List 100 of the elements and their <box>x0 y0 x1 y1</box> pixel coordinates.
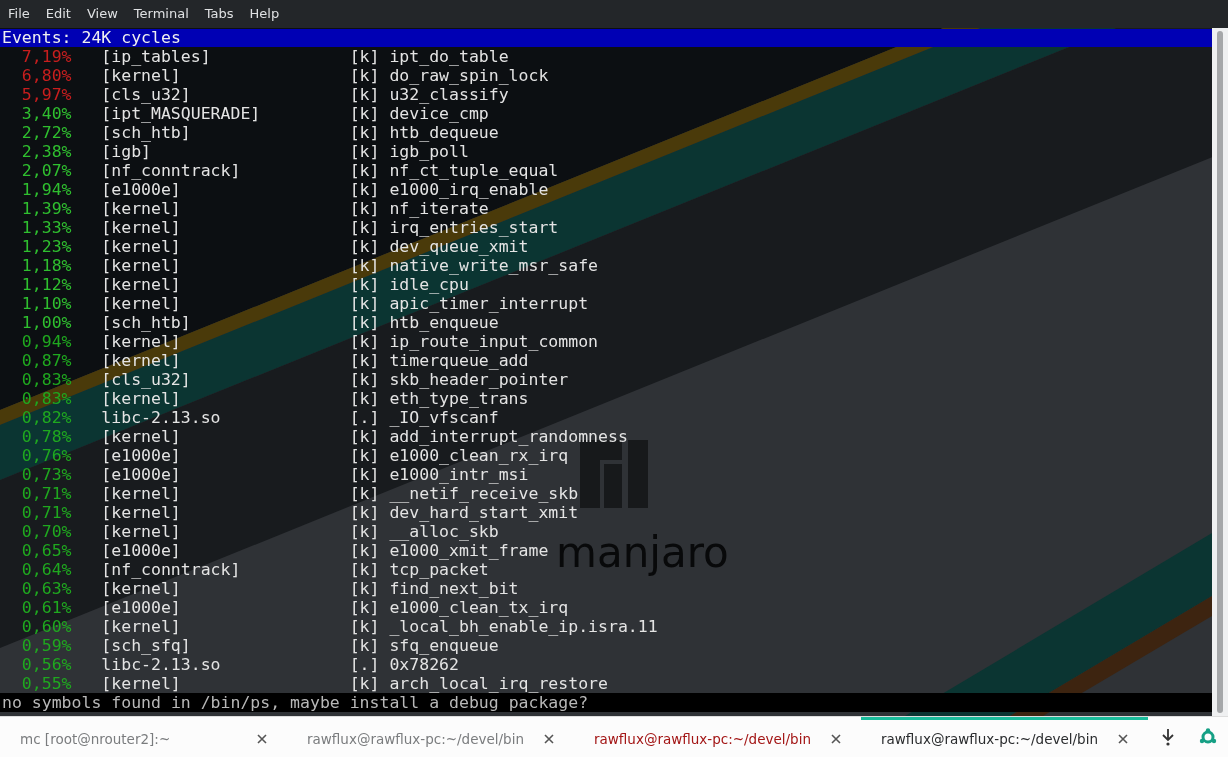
object-text: [kernel] <box>101 218 182 237</box>
percent-text: 1,18% <box>20 256 72 275</box>
object-text: [nf_conntrack] <box>101 560 242 579</box>
mode-text: [k] <box>349 579 381 598</box>
percent-text: 0,64% <box>20 560 72 579</box>
terminal-tab[interactable]: rawflux@rawflux-pc:~/devel/bin <box>574 717 861 757</box>
close-icon[interactable] <box>544 733 554 744</box>
symbol-text: sfq_enqueue <box>389 636 499 655</box>
symbol-text: ip_route_input_common <box>389 332 599 351</box>
object-text: [kernel] <box>101 294 182 313</box>
menu-item[interactable]: View <box>78 0 126 28</box>
object-text: [e1000e] <box>101 465 182 484</box>
down-arrow-icon[interactable] <box>1159 728 1177 746</box>
scrollbar-thumb[interactable] <box>1217 31 1223 713</box>
mode-text: [k] <box>349 351 381 370</box>
percent-text: 0,61% <box>20 598 72 617</box>
percent-text: 1,12% <box>20 275 72 294</box>
object-text: [kernel] <box>101 66 182 85</box>
mode-text: [k] <box>349 560 381 579</box>
mode-text: [k] <box>349 256 381 275</box>
object-text: [kernel] <box>101 579 182 598</box>
symbol-text: _IO_vfscanf <box>389 408 499 427</box>
percent-text: 1,00% <box>20 313 72 332</box>
mode-text: [k] <box>349 161 381 180</box>
symbol-text: native_write_msr_safe <box>389 256 599 275</box>
mode-text: [k] <box>349 332 381 351</box>
symbol-text: nf_ct_tuple_equal <box>389 161 559 180</box>
mode-text: [k] <box>349 47 381 66</box>
percent-text: 0,83% <box>20 370 72 389</box>
object-text: [e1000e] <box>101 446 182 465</box>
mode-text: [k] <box>349 237 381 256</box>
object-text: libc-2.13.so <box>101 655 222 674</box>
terminal-tab[interactable]: rawflux@rawflux-pc:~/devel/bin <box>287 717 574 757</box>
object-text: [kernel] <box>101 237 182 256</box>
object-text: [kernel] <box>101 256 182 275</box>
scrollbar[interactable] <box>1212 28 1228 716</box>
mode-text: [k] <box>349 66 381 85</box>
mode-text: [k] <box>349 389 381 408</box>
percent-text: 1,94% <box>20 180 72 199</box>
percent-text: 0,63% <box>20 579 72 598</box>
close-icon[interactable] <box>257 733 267 744</box>
symbol-text: apic_timer_interrupt <box>389 294 589 313</box>
object-text: [kernel] <box>101 275 182 294</box>
object-text: [kernel] <box>101 389 182 408</box>
symbol-text: u32_classify <box>389 85 509 104</box>
close-icon[interactable] <box>831 733 841 744</box>
menu-item[interactable]: Terminal <box>125 0 197 28</box>
symbol-text: dev_hard_start_xmit <box>389 503 579 522</box>
percent-text: 0,94% <box>20 332 72 351</box>
object-text: [igb] <box>101 142 152 161</box>
percent-text: 1,39% <box>20 199 72 218</box>
symbol-text: e1000_xmit_frame <box>389 541 549 560</box>
symbol-text: eth_type_trans <box>389 389 529 408</box>
mode-text: [k] <box>349 123 381 142</box>
symbol-text: add_interrupt_randomness <box>389 427 628 446</box>
mode-text: [k] <box>349 503 381 522</box>
symbol-text: irq_entries_start <box>389 218 559 237</box>
percent-text: 2,72% <box>20 123 72 142</box>
object-text: [e1000e] <box>101 541 182 560</box>
close-icon[interactable] <box>1118 733 1128 744</box>
symbol-text: do_raw_spin_lock <box>389 66 549 85</box>
object-text: [kernel] <box>101 674 182 693</box>
mode-text: [k] <box>349 522 381 541</box>
symbol-text: idle_cpu <box>389 275 469 294</box>
percent-text: 0,56% <box>20 655 72 674</box>
symbol-text: skb_header_pointer <box>389 370 569 389</box>
percent-text: 1,33% <box>20 218 72 237</box>
mode-text: [k] <box>349 199 381 218</box>
mode-text: [k] <box>349 617 381 636</box>
symbol-text: __netif_receive_skb <box>389 484 579 503</box>
mode-text: [k] <box>349 465 381 484</box>
gear-icon[interactable] <box>1199 728 1217 746</box>
menu-item[interactable]: File <box>0 0 38 28</box>
percent-text: 0,87% <box>20 351 72 370</box>
mode-text: [k] <box>349 180 381 199</box>
percent-text: 0,55% <box>20 674 72 693</box>
menu-item[interactable]: Help <box>241 0 288 28</box>
mode-text: [k] <box>349 218 381 237</box>
object-text: [kernel] <box>101 332 182 351</box>
mode-text: [k] <box>349 313 381 332</box>
object-text: [e1000e] <box>101 598 182 617</box>
percent-text: 0,76% <box>20 446 72 465</box>
symbol-text: find_next_bit <box>389 579 519 598</box>
percent-text: 6,80% <box>20 66 72 85</box>
object-text: [kernel] <box>101 617 182 636</box>
terminal-tab[interactable]: mc [root@nrouter2]:~ <box>0 717 287 757</box>
mode-text: [.] <box>349 408 381 427</box>
object-text: [kernel] <box>101 427 182 446</box>
mode-text: [k] <box>349 541 381 560</box>
symbol-text: device_cmp <box>389 104 489 123</box>
object-text: [e1000e] <box>101 180 182 199</box>
symbol-text: e1000_clean_tx_irq <box>389 598 569 617</box>
menu-item[interactable]: Edit <box>37 0 79 28</box>
terminal-tab[interactable]: rawflux@rawflux-pc:~/devel/bin <box>861 717 1148 757</box>
header-bar: Events: 24K cycles <box>0 29 1212 47</box>
object-text: [sch_sfq] <box>101 636 192 655</box>
mode-text: [k] <box>349 85 381 104</box>
object-text: [kernel] <box>101 503 182 522</box>
menu-item[interactable]: Tabs <box>196 0 242 28</box>
object-text: [sch_htb] <box>101 123 192 142</box>
